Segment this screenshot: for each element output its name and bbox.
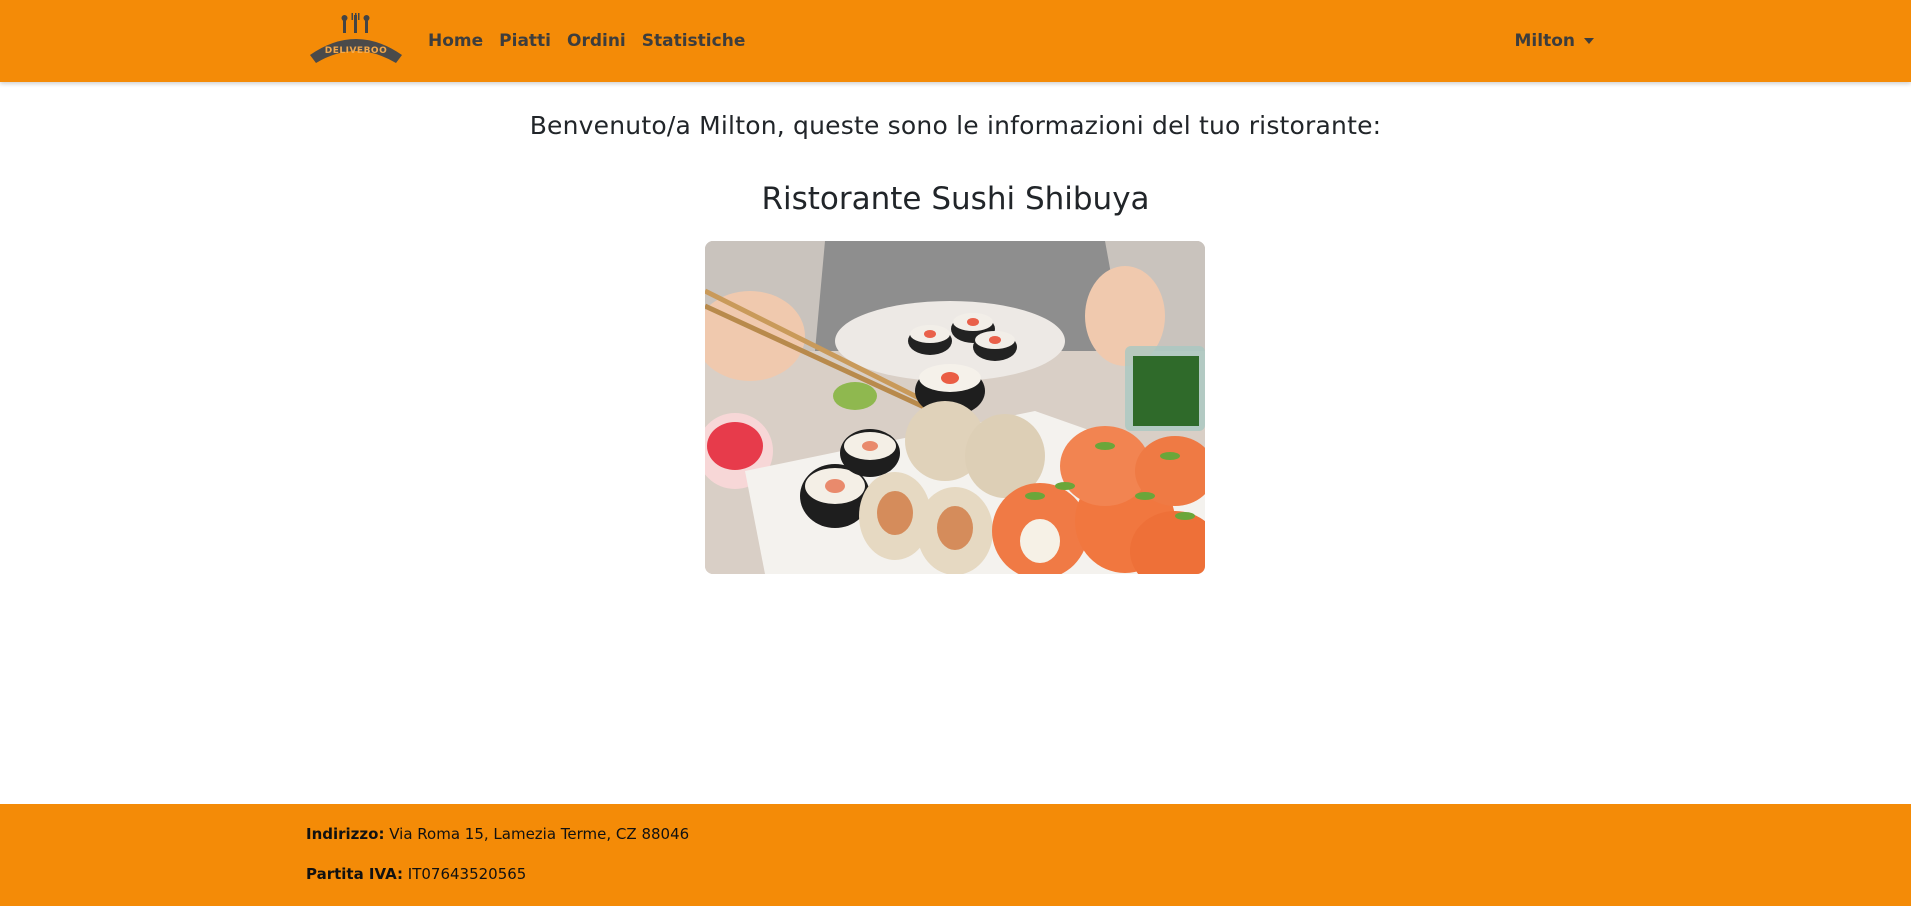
address-label: Indirizzo: [306,825,385,843]
restaurant-name: Ristorante Sushi Shibuya [761,181,1150,217]
vat-value: IT07643520565 [407,865,527,883]
vat-label: Partita IVA: [306,865,403,883]
footer: Indirizzo: Via Roma 15, Lamezia Terme, C… [0,804,1911,906]
nav-link-home[interactable]: Home [428,31,483,51]
top-navbar: DELIVEBOO Home Piatti Ordini Statistiche… [0,0,1911,82]
address-value: Via Roma 15, Lamezia Terme, CZ 88046 [389,825,690,843]
footer-address: Indirizzo: Via Roma 15, Lamezia Terme, C… [306,825,689,843]
footer-vat: Partita IVA: IT07643520565 [306,865,526,883]
deliveboo-logo[interactable]: DELIVEBOO [306,11,406,71]
user-dropdown-toggle[interactable]: Milton [1515,31,1594,51]
welcome-message: Benvenuto/a Milton, queste sono le infor… [529,111,1382,140]
svg-text:DELIVEBOO: DELIVEBOO [325,46,387,56]
caret-down-icon [1584,38,1594,44]
restaurant-image [705,241,1205,574]
sushi-photo-illustration [705,241,1205,574]
nav-link-statistiche[interactable]: Statistiche [642,31,746,51]
navbar-container: DELIVEBOO Home Piatti Ordini Statistiche… [306,0,1596,82]
nav-link-piatti[interactable]: Piatti [499,31,551,51]
nav-link-ordini[interactable]: Ordini [567,31,626,51]
user-name: Milton [1514,31,1575,51]
